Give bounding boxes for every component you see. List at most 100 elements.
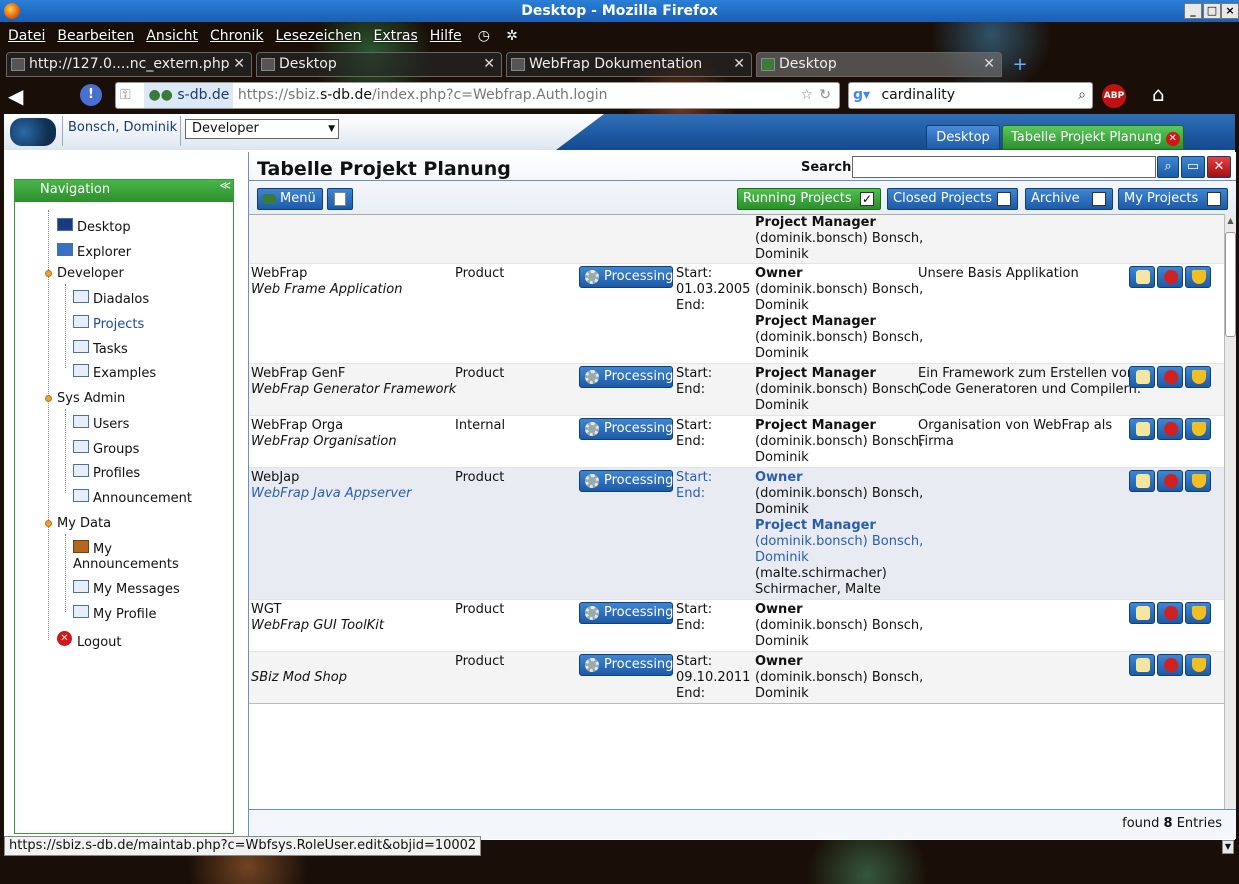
filter-running-projects[interactable]: Running Projects ✓: [737, 188, 881, 210]
nav-my-profile[interactable]: My Profile: [93, 607, 156, 622]
table-row[interactable]: Project Manager (dominik.bonsch) Bonsch,…: [249, 215, 1224, 264]
rights-button[interactable]: [1185, 470, 1211, 492]
nav-users[interactable]: Users: [93, 417, 129, 432]
table-row[interactable]: WebFrap Web Frame Application Product Pr…: [249, 264, 1224, 364]
notification-icon[interactable]: !: [80, 84, 102, 106]
bookmark-star-icon[interactable]: ☆: [800, 83, 813, 108]
browser-tab-4[interactable]: Desktop ✕: [756, 52, 1002, 77]
status-processing-button[interactable]: Processing: [579, 366, 673, 388]
checkbox-checked[interactable]: ✓: [860, 192, 874, 206]
table-scrollbar[interactable]: ▲: [1224, 214, 1236, 809]
user-name[interactable]: Bonsch, Dominik: [68, 120, 177, 135]
nav-my-announcements-2[interactable]: Announcements: [73, 557, 179, 572]
menu-datei[interactable]: Datei: [8, 24, 45, 48]
rights-button[interactable]: [1185, 366, 1211, 388]
nav-my-announcements-1[interactable]: My: [93, 542, 112, 557]
tab-close-icon[interactable]: ✕: [483, 53, 495, 76]
table-row[interactable]: WebFrap GenF WebFrap Generator Framework…: [249, 364, 1224, 416]
status-processing-button[interactable]: Processing: [579, 602, 673, 624]
menu-ansicht[interactable]: Ansicht: [146, 24, 198, 48]
browser-tab-1[interactable]: http://127.0....nc_extern.php ✕: [6, 52, 252, 77]
rights-button[interactable]: [1185, 418, 1211, 440]
table-row[interactable]: WGT WebFrap GUI ToolKit Product Processi…: [249, 600, 1224, 652]
delete-button[interactable]: [1157, 366, 1183, 388]
delete-button[interactable]: [1157, 654, 1183, 676]
edit-button[interactable]: [1129, 266, 1155, 288]
scroll-thumb[interactable]: [1225, 232, 1236, 337]
navigation-header[interactable]: Navigation ≪: [15, 179, 233, 202]
tab-close-icon[interactable]: ✕: [733, 53, 745, 76]
nav-explorer[interactable]: Explorer: [77, 245, 131, 260]
app-tab-projekt-planung[interactable]: Tabelle Projekt Planung ✕: [1002, 125, 1184, 150]
nav-my-data[interactable]: My Data: [57, 516, 111, 531]
table-row-hover[interactable]: WebJap WebFrap Java Appserver Product Pr…: [249, 468, 1224, 600]
nav-my-messages[interactable]: My Messages: [93, 582, 180, 597]
google-icon[interactable]: g▾: [853, 83, 877, 108]
menu-extras[interactable]: Extras: [374, 24, 418, 48]
clear-search-button[interactable]: ✕: [1207, 156, 1231, 178]
rights-button[interactable]: [1185, 266, 1211, 288]
status-processing-button[interactable]: Processing: [579, 654, 673, 676]
scroll-down-arrow[interactable]: ▼: [1222, 840, 1234, 854]
minimize-button[interactable]: _: [1184, 3, 1202, 19]
nav-logout[interactable]: Logout: [77, 635, 122, 650]
maximize-button[interactable]: □: [1203, 3, 1221, 19]
adblock-icon[interactable]: ABP: [1102, 84, 1126, 108]
nav-developer[interactable]: Developer: [57, 266, 124, 281]
filter-my-projects[interactable]: My Projects: [1118, 188, 1228, 210]
edit-button[interactable]: [1129, 366, 1155, 388]
advanced-search-button[interactable]: ▭: [1181, 156, 1205, 178]
nav-diadalos[interactable]: Diadalos: [93, 292, 149, 307]
nav-examples[interactable]: Examples: [93, 366, 156, 381]
address-bar[interactable]: ⚿ ●● s-db.de https://sbiz.s-db.de/index.…: [115, 82, 840, 109]
checkbox[interactable]: [997, 192, 1011, 206]
site-identity[interactable]: ●● s-db.de: [144, 83, 234, 108]
status-processing-button[interactable]: Processing: [579, 266, 673, 288]
menu-hilfe[interactable]: Hilfe: [430, 24, 462, 48]
back-button[interactable]: ◀: [8, 84, 40, 108]
edit-button[interactable]: [1129, 418, 1155, 440]
status-processing-button[interactable]: Processing: [579, 418, 673, 440]
close-tab-icon[interactable]: ✕: [1165, 132, 1180, 146]
delete-button[interactable]: [1157, 470, 1183, 492]
tab-close-icon[interactable]: ✕: [233, 53, 245, 76]
rights-button[interactable]: [1185, 602, 1211, 624]
search-button[interactable]: ⌕: [1157, 156, 1179, 178]
status-processing-button[interactable]: Processing: [579, 470, 673, 492]
new-entry-button[interactable]: [327, 188, 353, 210]
edit-button[interactable]: [1129, 654, 1155, 676]
menu-chronik[interactable]: Chronik: [210, 24, 264, 48]
browser-tab-3[interactable]: WebFrap Dokumentation ✕: [506, 52, 752, 77]
close-window-button[interactable]: ×: [1221, 3, 1239, 19]
search-input[interactable]: cardinality: [881, 87, 955, 103]
tab-close-icon[interactable]: ✕: [983, 53, 995, 76]
scroll-up-arrow[interactable]: ▲: [1226, 216, 1235, 228]
nav-profiles[interactable]: Profiles: [93, 466, 140, 481]
delete-button[interactable]: [1157, 418, 1183, 440]
delete-button[interactable]: [1157, 602, 1183, 624]
filter-closed-projects[interactable]: Closed Projects: [887, 188, 1018, 210]
checkbox[interactable]: [1092, 192, 1106, 206]
clock-icon[interactable]: ◷: [478, 24, 490, 48]
delete-button[interactable]: [1157, 266, 1183, 288]
rights-button[interactable]: [1185, 654, 1211, 676]
search-bar[interactable]: g▾ cardinality ⌕: [848, 82, 1093, 109]
menu-lesezeichen[interactable]: Lesezeichen: [276, 24, 362, 48]
filter-archive[interactable]: Archive: [1025, 188, 1113, 210]
checkbox[interactable]: [1207, 192, 1221, 206]
table-row[interactable]: SBiz Mod Shop Product Processing Start: …: [249, 652, 1224, 704]
app-tab-desktop[interactable]: Desktop: [926, 125, 1000, 150]
home-icon[interactable]: ⌂: [1152, 82, 1176, 106]
reload-icon[interactable]: ↻: [819, 83, 831, 108]
edit-button[interactable]: [1129, 470, 1155, 492]
table-row[interactable]: WebFrap Orga WebFrap Organisation Intern…: [249, 416, 1224, 468]
nav-groups[interactable]: Groups: [93, 442, 139, 457]
nav-announcement[interactable]: Announcement: [93, 491, 192, 506]
search-icon[interactable]: ⌕: [1078, 83, 1086, 108]
grid-search-input[interactable]: [852, 156, 1156, 178]
new-tab-button[interactable]: +: [1010, 55, 1030, 75]
menu-bearbeiten[interactable]: Bearbeiten: [57, 24, 134, 48]
role-select[interactable]: Developer ▼: [185, 119, 339, 139]
gear-icon[interactable]: ✲: [506, 24, 518, 48]
browser-tab-2[interactable]: Desktop ✕: [256, 52, 502, 77]
